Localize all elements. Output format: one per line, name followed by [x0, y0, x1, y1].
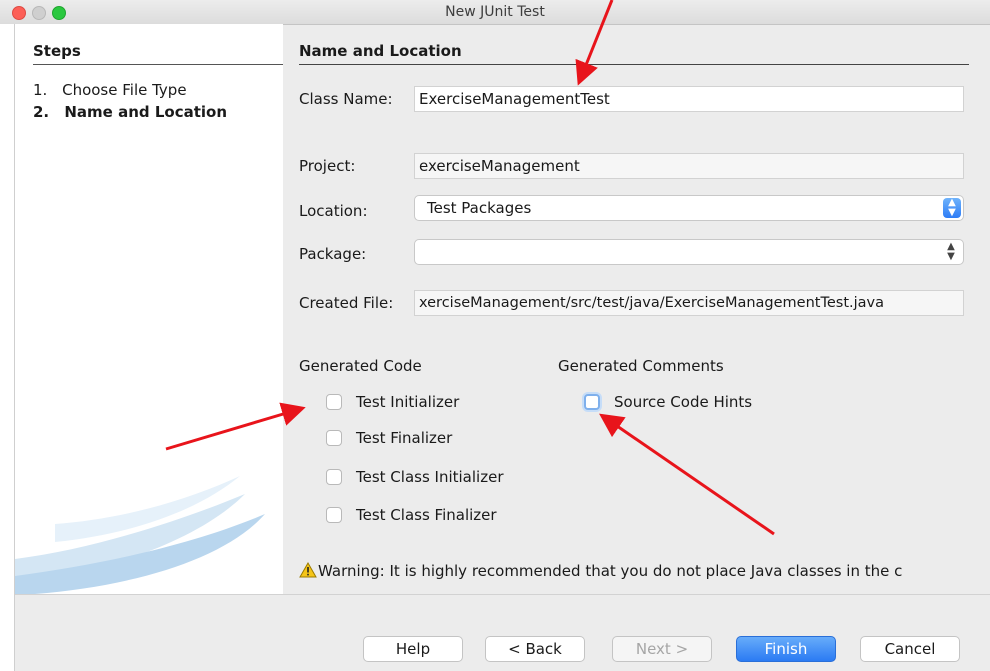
- project-field: exerciseManagement: [414, 153, 964, 179]
- checkbox-label: Source Code Hints: [614, 393, 753, 411]
- generated-comments-heading: Generated Comments: [558, 357, 724, 375]
- class-name-input[interactable]: ExerciseManagementTest: [414, 86, 964, 112]
- project-label: Project:: [299, 157, 356, 175]
- decorative-swoosh-graphic: [15, 476, 265, 594]
- test-class-finalizer-checkbox[interactable]: [326, 507, 342, 523]
- source-code-hints-checkbox[interactable]: [584, 394, 600, 410]
- checkbox-label: Test Class Initializer: [356, 468, 504, 486]
- window-title: New JUnit Test: [445, 4, 545, 20]
- next-button[interactable]: Next >: [612, 636, 712, 662]
- page-title: Name and Location: [299, 42, 462, 60]
- title-bar[interactable]: New JUnit Test: [0, 0, 990, 25]
- package-combobox[interactable]: ▲ ▼: [414, 239, 964, 265]
- package-label: Package:: [299, 245, 367, 263]
- created-file-field: xerciseManagement/src/test/java/Exercise…: [414, 290, 964, 316]
- help-button[interactable]: Help: [363, 636, 463, 662]
- background-window-edge: [0, 24, 15, 671]
- generated-code-heading: Generated Code: [299, 357, 422, 375]
- steps-divider: [33, 64, 283, 65]
- test-class-initializer-checkbox[interactable]: [326, 469, 342, 485]
- finish-button[interactable]: Finish: [736, 636, 836, 662]
- location-dropdown[interactable]: Test Packages ▲ ▼: [414, 195, 964, 221]
- checkbox-label: Test Finalizer: [356, 429, 453, 447]
- checkbox-label: Test Initializer: [356, 393, 460, 411]
- annotation-arrow-source-code-hints: [599, 413, 775, 536]
- button-bar-separator: [15, 594, 990, 595]
- test-initializer-checkbox[interactable]: [326, 394, 342, 410]
- warning-message: Warning: It is highly recommended that y…: [299, 562, 971, 580]
- warning-icon: [299, 562, 317, 578]
- steps-title: Steps: [33, 42, 81, 60]
- back-button[interactable]: < Back: [485, 636, 585, 662]
- title-divider: [299, 64, 969, 65]
- created-file-label: Created File:: [299, 294, 394, 312]
- step-label: Choose File Type: [62, 81, 187, 99]
- class-name-label: Class Name:: [299, 90, 393, 108]
- test-finalizer-checkbox[interactable]: [326, 430, 342, 446]
- updown-chevron-icon: ▲ ▼: [943, 198, 961, 218]
- step-name-and-location: 2. Name and Location: [33, 103, 227, 121]
- step-label: Name and Location: [64, 103, 228, 121]
- updown-chevron-icon: ▲ ▼: [947, 241, 955, 262]
- warning-text: Warning: It is highly recommended that y…: [318, 562, 903, 580]
- steps-panel: Steps 1. Choose File Type 2. Name and Lo…: [15, 24, 283, 594]
- dialog-window: New JUnit Test Steps 1. Choose File Type…: [0, 0, 990, 671]
- step-number: 2.: [33, 103, 50, 121]
- location-selected-value: Test Packages: [427, 199, 532, 217]
- checkbox-label: Test Class Finalizer: [356, 506, 497, 524]
- cancel-button[interactable]: Cancel: [860, 636, 960, 662]
- location-label: Location:: [299, 202, 368, 220]
- step-number: 1.: [33, 81, 48, 99]
- step-choose-file-type: 1. Choose File Type: [33, 81, 187, 99]
